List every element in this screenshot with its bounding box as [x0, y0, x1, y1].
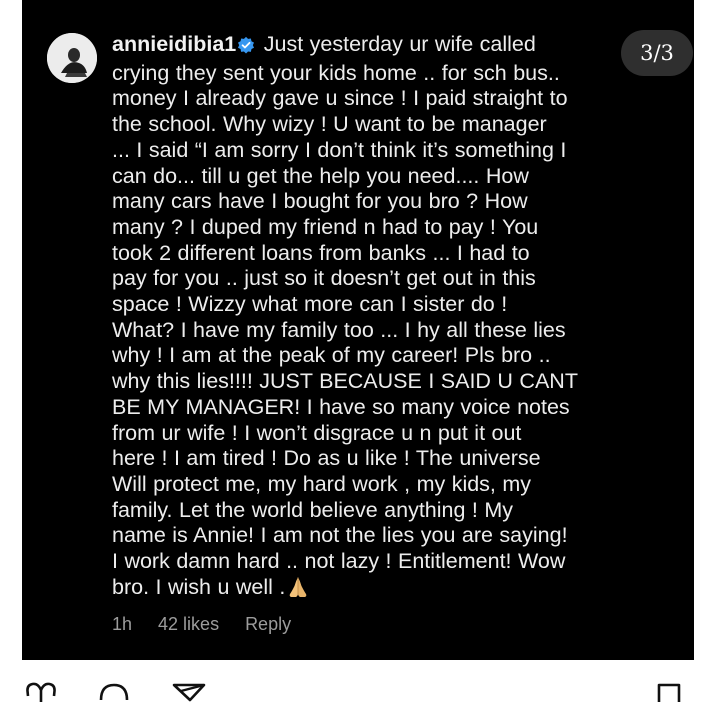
comment-line: why ! I am at the peak of my career! Pls…	[112, 343, 551, 368]
bookmark-icon[interactable]	[656, 682, 682, 707]
comment-line: money I already gave u since ! I paid st…	[112, 86, 568, 111]
likes-count[interactable]: 42 likes	[158, 614, 219, 635]
comment-time: 1h	[112, 614, 133, 634]
comment-line: annieidibia1 Just yesterday ur wife call…	[112, 32, 617, 61]
reply-button[interactable]: Reply	[245, 614, 291, 635]
comment-line: many ? I duped my friend n had to pay ! …	[112, 214, 539, 239]
verified-badge-icon	[237, 35, 255, 61]
comment-meta: 1h 42 likes Reply	[112, 614, 291, 635]
comment-text: Just yesterday ur wife called	[263, 32, 536, 56]
folded-hands-emoji-icon	[287, 575, 309, 606]
comment-line: Will protect me, my hard work , my kids,…	[112, 471, 532, 496]
slide-counter: 3/3	[621, 30, 693, 76]
post-action-bar	[0, 660, 720, 702]
comment-line: BE MY MANAGER! I have so many voice note…	[112, 394, 570, 419]
comment-line: What? I have my family too ... I hy all …	[112, 317, 566, 342]
username[interactable]: annieidibia1	[112, 32, 236, 56]
comment-line: the school. Why wizy ! U want to be mana…	[112, 112, 547, 137]
comment-line: crying they sent your kids home .. for s…	[112, 60, 560, 85]
comment-line: family. Let the world believe anything !…	[112, 497, 514, 522]
comment-line: why this lies!!!! JUST BECAUSE I SAID U …	[112, 369, 578, 394]
comment-line: took 2 different loans from banks ... I …	[112, 240, 530, 265]
comment-line: here ! I am tired ! Do as u like ! The u…	[112, 446, 541, 471]
comment-line: from ur wife ! I won’t disgrace u n put …	[112, 420, 522, 445]
heart-icon[interactable]	[26, 682, 56, 707]
comment-text: bro. I wish u well .	[112, 574, 286, 599]
comment-line: can do... till u get the help you need..…	[112, 163, 529, 188]
comment-line: space ! Wizzy what more can I sister do …	[112, 292, 508, 317]
comment-line: bro. I wish u well .	[112, 575, 617, 606]
comment-line: pay for you .. just so it doesn’t get ou…	[112, 266, 536, 291]
comment-line: I work damn hard .. not lazy ! Entitleme…	[112, 549, 566, 574]
avatar[interactable]	[47, 33, 97, 83]
comment-line: name is Annie! I am not the lies you are…	[112, 523, 568, 548]
comment-body: annieidibia1 Just yesterday ur wife call…	[112, 32, 617, 605]
avatar-photo-icon	[47, 33, 97, 83]
comment-icon[interactable]	[98, 682, 130, 707]
comment-line: many cars have I bought for you bro ? Ho…	[112, 189, 528, 214]
share-icon[interactable]	[172, 682, 206, 707]
comment-line: ... I said “I am sorry I don’t think it’…	[112, 137, 567, 162]
